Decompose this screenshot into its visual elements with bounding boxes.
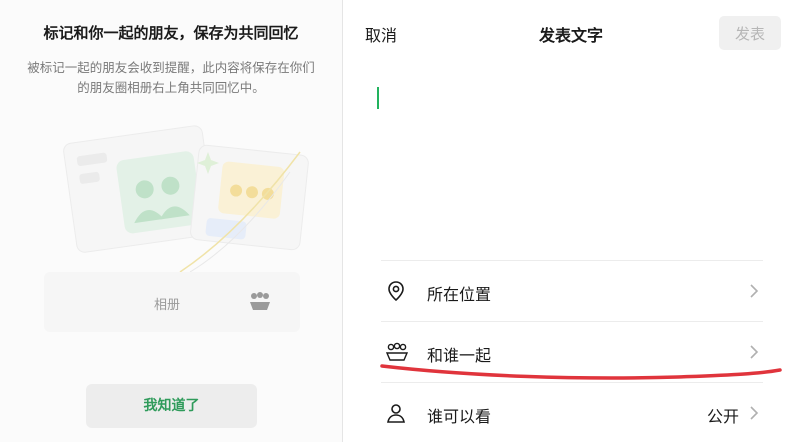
chevron-right-icon xyxy=(749,283,759,299)
got-it-button[interactable]: 我知道了 xyxy=(86,384,257,428)
chevron-right-icon xyxy=(749,405,759,421)
cancel-button[interactable]: 取消 xyxy=(365,22,397,46)
publish-button[interactable]: 发表 xyxy=(719,16,781,50)
visibility-row[interactable]: 谁可以看 公开 xyxy=(381,382,763,442)
person-icon xyxy=(385,402,407,424)
album-entry: 相册 xyxy=(44,272,300,332)
shared-memory-icon xyxy=(248,290,272,316)
location-pin-icon xyxy=(385,280,407,302)
tip-title: 标记和你一起的朋友，保存为共同回忆 xyxy=(43,24,299,42)
with-whom-row[interactable]: 和谁一起 xyxy=(381,321,763,382)
location-label: 所在位置 xyxy=(427,285,492,304)
text-caret xyxy=(377,87,379,109)
location-row[interactable]: 所在位置 xyxy=(381,260,763,321)
memory-tip-panel: 标记和你一起的朋友，保存为共同回忆 被标记一起的朋友会收到提醒，此内容将保存在你… xyxy=(0,0,342,442)
text-input-area[interactable] xyxy=(365,70,777,240)
album-label: 相册 xyxy=(154,298,181,313)
visibility-value: 公开 xyxy=(706,407,739,426)
post-options-list: 所在位置 和谁一起 谁可以看 公开 xyxy=(381,260,763,442)
with-whom-label: 和谁一起 xyxy=(427,346,492,365)
chevron-right-icon xyxy=(749,344,759,360)
tip-description: 被标记一起的朋友会收到提醒，此内容将保存在你们的朋友圈相册右上角共同回忆中。 xyxy=(27,60,315,95)
shared-memory-illustration xyxy=(60,122,310,273)
visibility-label: 谁可以看 xyxy=(427,407,492,426)
people-group-icon xyxy=(385,341,409,363)
compose-text-panel: 取消 发表文字 发表 所在位置 和谁一起 谁可以看 公开 xyxy=(343,0,799,442)
